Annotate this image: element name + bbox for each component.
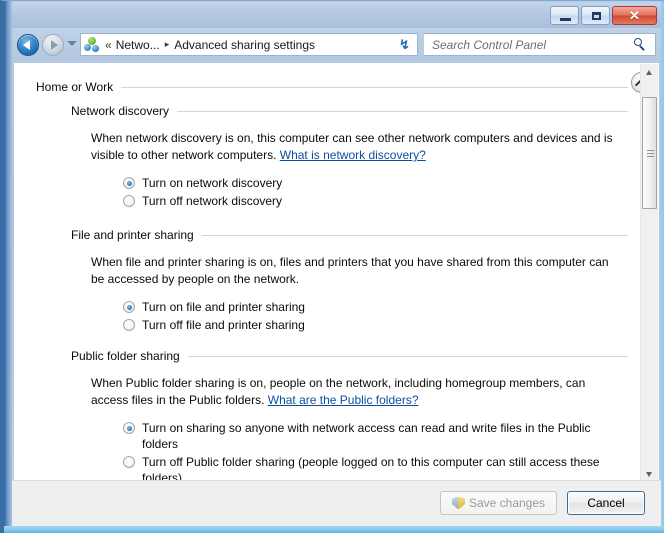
radio-label: Turn off file and printer sharing xyxy=(142,318,305,332)
section-header-rule xyxy=(201,234,628,236)
section-header-rule xyxy=(177,110,628,112)
control-panel-window: ✕ « Netwo... ▸ Advanced sharing settings… xyxy=(0,0,664,533)
radio-button-turn-on[interactable] xyxy=(123,301,135,313)
radio-group-file-and-printer-sharing: Turn on file and printer sharing Turn of… xyxy=(123,299,628,333)
description-text: When file and printer sharing is on, fil… xyxy=(91,255,609,286)
vertical-scrollbar[interactable] xyxy=(640,64,658,481)
network-sharing-center-icon xyxy=(84,36,100,53)
profile-title: Home or Work xyxy=(36,80,114,94)
radio-option[interactable]: Turn off file and printer sharing xyxy=(123,317,628,333)
close-icon: ✕ xyxy=(629,8,640,23)
settings-scroll-area: Home or Work Network discovery When netw… xyxy=(15,64,643,482)
search-icon xyxy=(634,38,647,51)
section-public-folder-sharing: Public folder sharing When Public folder… xyxy=(71,349,628,482)
radio-label: Turn on network discovery xyxy=(142,176,283,190)
maximize-button[interactable] xyxy=(581,6,610,25)
radio-button-turn-on[interactable] xyxy=(123,422,135,434)
radio-group-public-folder-sharing: Turn on sharing so anyone with network a… xyxy=(123,420,628,482)
window-glass-bottom-edge xyxy=(4,526,664,533)
save-changes-label: Save changes xyxy=(468,496,546,510)
uac-shield-icon xyxy=(451,496,465,510)
radio-label: Turn off Public folder sharing (people l… xyxy=(142,455,600,482)
window-controls: ✕ xyxy=(550,6,657,25)
section-header: Public folder sharing xyxy=(71,349,628,363)
cancel-label: Cancel xyxy=(587,496,625,510)
radio-option[interactable]: Turn off Public folder sharing (people l… xyxy=(123,454,628,482)
section-description: When Public folder sharing is on, people… xyxy=(91,375,619,409)
history-dropdown-icon[interactable] xyxy=(67,41,77,46)
radio-option[interactable]: Turn off network discovery xyxy=(123,193,628,209)
scrollbar-thumb[interactable] xyxy=(642,97,657,209)
search-input[interactable]: Search Control Panel xyxy=(424,33,656,56)
scrollbar-grip-icon xyxy=(647,150,654,157)
section-title: Public folder sharing xyxy=(71,349,180,363)
refresh-icon: ↯ xyxy=(399,37,410,52)
save-changes-button[interactable]: Save changes xyxy=(440,491,557,515)
back-button[interactable] xyxy=(17,34,39,56)
dialog-footer: Save changes Cancel xyxy=(12,480,661,526)
content-pane: Home or Work Network discovery When netw… xyxy=(14,63,659,482)
breadcrumb-segment-network[interactable]: Netwo... xyxy=(116,38,160,52)
radio-option[interactable]: Turn on sharing so anyone with network a… xyxy=(123,420,628,452)
window-glass-left-edge xyxy=(4,1,12,533)
forward-arrow-icon xyxy=(51,40,58,50)
breadcrumb-overflow-icon[interactable]: « xyxy=(105,38,112,52)
radio-button-turn-off[interactable] xyxy=(123,195,135,207)
section-description: When network discovery is on, this compu… xyxy=(91,130,619,164)
section-header: File and printer sharing xyxy=(71,228,628,242)
maximize-icon xyxy=(592,12,601,20)
back-arrow-icon xyxy=(23,40,30,50)
section-title: Network discovery xyxy=(71,104,170,118)
triangle-down-icon xyxy=(646,472,652,477)
section-network-discovery: Network discovery When network discovery… xyxy=(71,104,628,211)
navigation-bar: « Netwo... ▸ Advanced sharing settings ↯… xyxy=(12,28,661,61)
forward-button[interactable] xyxy=(42,34,64,56)
triangle-up-icon xyxy=(646,70,652,75)
title-bar[interactable]: ✕ xyxy=(12,2,661,28)
radio-button-turn-off[interactable] xyxy=(123,456,135,468)
help-link-public-folders[interactable]: What are the Public folders? xyxy=(268,393,419,407)
radio-option[interactable]: Turn on file and printer sharing xyxy=(123,299,628,315)
minimize-icon xyxy=(560,18,571,21)
search-placeholder: Search Control Panel xyxy=(432,37,547,52)
breadcrumb-separator-icon: ▸ xyxy=(164,39,170,49)
radio-label: Turn off network discovery xyxy=(142,194,283,208)
breadcrumb-segment-advanced-sharing-settings[interactable]: Advanced sharing settings xyxy=(174,38,315,52)
refresh-button[interactable]: ↯ xyxy=(392,33,418,56)
radio-button-turn-on[interactable] xyxy=(123,177,135,189)
section-header-rule xyxy=(187,355,628,357)
section-description: When file and printer sharing is on, fil… xyxy=(91,254,619,288)
section-title: File and printer sharing xyxy=(71,228,194,242)
address-bar[interactable]: « Netwo... ▸ Advanced sharing settings xyxy=(80,33,418,56)
close-button[interactable]: ✕ xyxy=(612,6,657,25)
section-file-and-printer-sharing: File and printer sharing When file and p… xyxy=(71,228,628,335)
help-link-network-discovery[interactable]: What is network discovery? xyxy=(280,148,426,162)
scroll-up-button[interactable] xyxy=(641,64,658,81)
radio-label: Turn on sharing so anyone with network a… xyxy=(142,421,591,451)
radio-label: Turn on file and printer sharing xyxy=(142,300,305,314)
radio-option[interactable]: Turn on network discovery xyxy=(123,175,628,191)
section-header: Network discovery xyxy=(71,104,628,118)
minimize-button[interactable] xyxy=(550,6,579,25)
profile-header-rule xyxy=(121,86,628,88)
radio-group-network-discovery: Turn on network discovery Turn off netwo… xyxy=(123,175,628,209)
cancel-button[interactable]: Cancel xyxy=(567,491,645,515)
radio-button-turn-off[interactable] xyxy=(123,319,135,331)
profile-header: Home or Work xyxy=(36,80,628,94)
profile-group-home-or-work: Home or Work xyxy=(36,72,643,94)
